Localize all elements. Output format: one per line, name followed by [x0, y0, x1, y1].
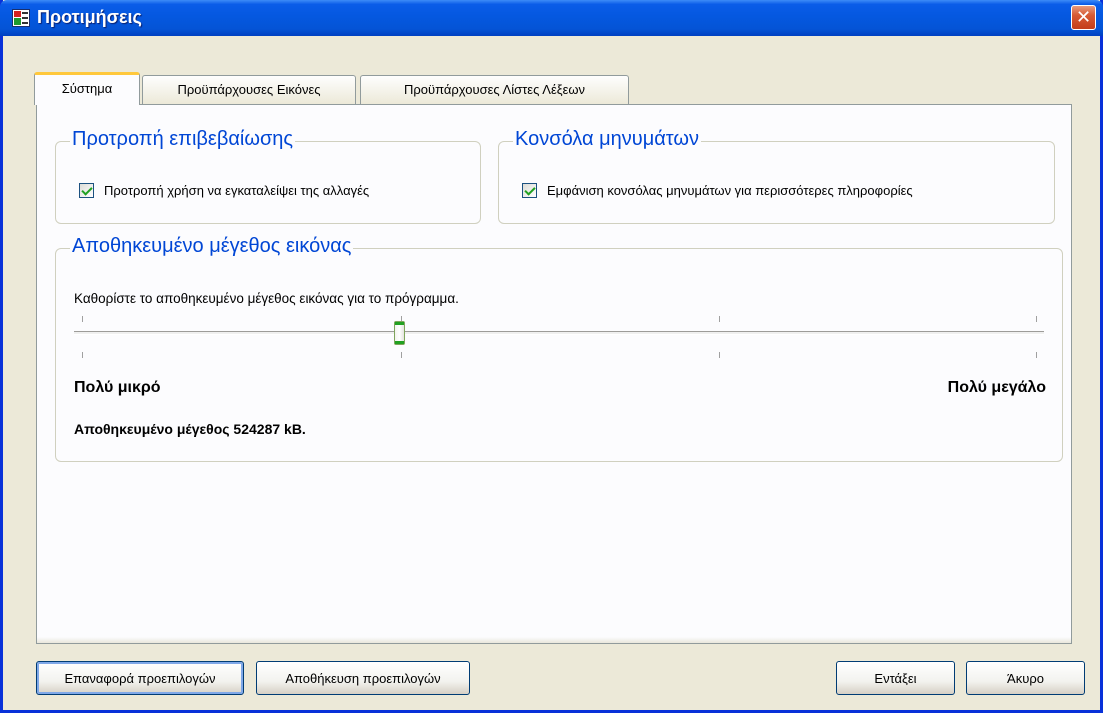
confirm-prompt-title: Προτροπή επιβεβαίωσης	[70, 128, 296, 151]
slider-tick	[1036, 352, 1037, 358]
slider-tick	[82, 316, 83, 322]
close-button[interactable]: ✕	[1071, 5, 1096, 30]
message-console-label: Εμφάνιση κονσόλας μηνυμάτων για περισσότ…	[547, 183, 913, 198]
tab-panel-system: Προτροπή επιβεβαίωσης Προτροπή χρήση να …	[36, 104, 1072, 644]
slider-tick	[82, 352, 83, 358]
slider-tick	[719, 316, 720, 322]
tab-preset-word-lists[interactable]: Προϋπάρχουσες Λίστες Λέξεων	[360, 75, 629, 104]
cache-size-slider-thumb[interactable]	[394, 321, 405, 345]
confirm-prompt-checkbox[interactable]	[79, 183, 94, 198]
close-icon: ✕	[1075, 7, 1092, 27]
cache-size-description: Καθορίστε το αποθηκευμένο μέγεθος εικόνα…	[74, 291, 459, 306]
cancel-button[interactable]: Άκυρο	[966, 661, 1085, 695]
cache-size-value: Αποθηκευμένο μέγεθος 524287 kB.	[74, 421, 306, 437]
message-console-title: Κονσόλα μηνυμάτων	[513, 128, 702, 151]
message-console-checkbox[interactable]	[522, 183, 537, 198]
cache-size-title: Αποθηκευμένο μέγεθος εικόνας	[70, 235, 354, 258]
reset-defaults-button[interactable]: Επαναφορά προεπιλογών	[36, 661, 244, 695]
slider-min-label: Πολύ μικρό	[74, 379, 161, 396]
window-title: Προτιμήσεις	[37, 7, 142, 27]
confirm-prompt-label: Προτροπή χρήση να εγκαταλείψει της αλλαγ…	[104, 183, 370, 198]
confirm-prompt-group: Προτροπή επιβεβαίωσης Προτροπή χρήση να …	[55, 128, 481, 224]
slider-tick	[401, 352, 402, 358]
app-icon	[12, 9, 30, 27]
ok-button[interactable]: Εντάξει	[836, 661, 955, 695]
slider-tick	[1036, 316, 1037, 322]
preferences-window: Προτιμήσεις ✕ Σύστημα Προϋπάρχουσες Εικό…	[0, 0, 1103, 713]
slider-max-label: Πολύ μεγάλο	[947, 379, 1046, 396]
tab-system[interactable]: Σύστημα	[34, 72, 140, 105]
cache-size-group: Αποθηκευμένο μέγεθος εικόνας Καθορίστε τ…	[55, 235, 1063, 462]
cache-size-slider-track[interactable]	[74, 331, 1044, 335]
slider-tick	[719, 352, 720, 358]
save-defaults-button[interactable]: Αποθήκευση προεπιλογών	[256, 661, 470, 695]
tab-preset-images[interactable]: Προϋπάρχουσες Εικόνες	[142, 75, 356, 104]
message-console-group: Κονσόλα μηνυμάτων Εμφάνιση κονσόλας μηνυ…	[498, 128, 1055, 224]
title-bar[interactable]: Προτιμήσεις ✕	[0, 0, 1103, 36]
